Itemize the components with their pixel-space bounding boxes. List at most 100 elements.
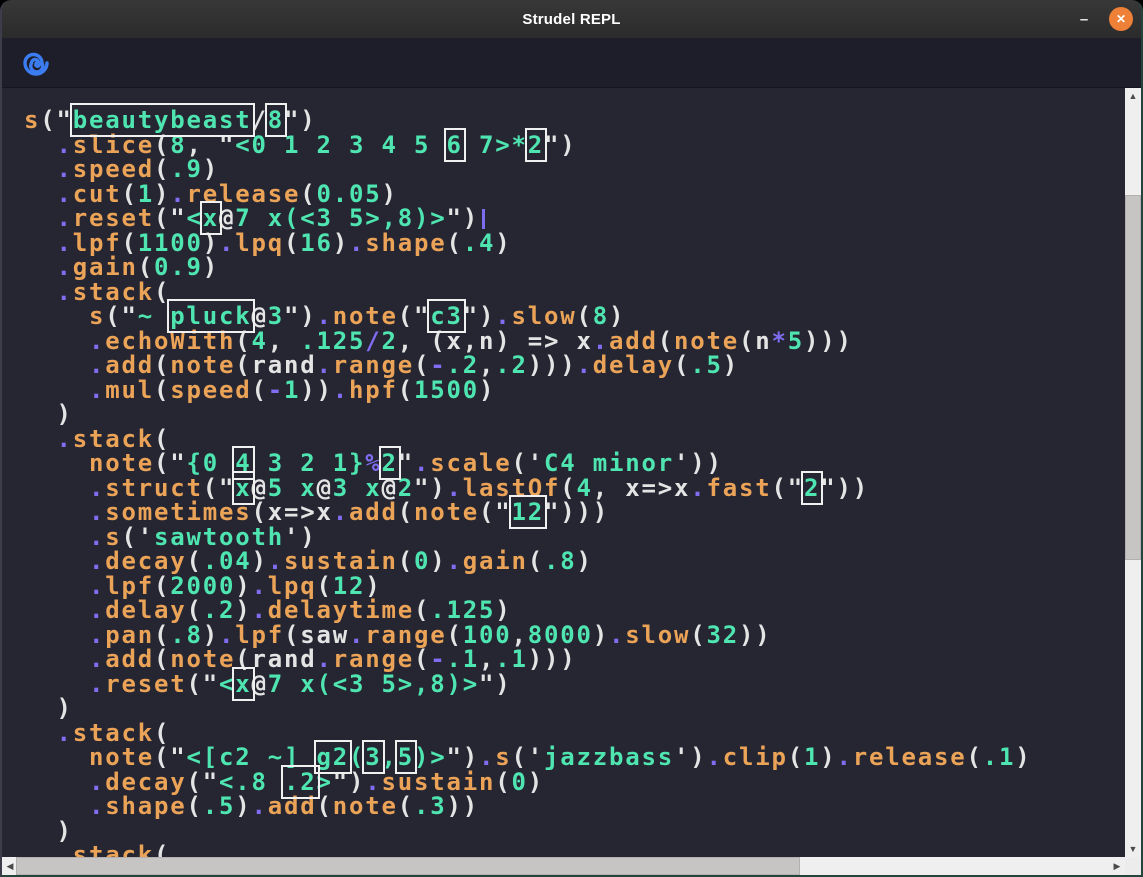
code-token: ): [577, 547, 593, 575]
scroll-down-arrow-icon[interactable]: ▼: [1125, 841, 1141, 857]
code-token: release: [853, 743, 967, 771]
code-token: .: [690, 474, 706, 502]
horizontal-scrollbar-thumb[interactable]: [16, 857, 800, 875]
code-token: (: [674, 351, 690, 379]
active-event-token: 2: [804, 474, 820, 502]
code-token: "): [479, 670, 512, 698]
code-line[interactable]: .echoWith(4, .125/2, (x,n) => x.add(note…: [24, 329, 1125, 354]
code-token: add: [268, 792, 317, 820]
code-line[interactable]: .stack(: [24, 280, 1125, 305]
code-line[interactable]: .slice(8, "<0 1 2 3 4 5 6 7>*2"): [24, 133, 1125, 158]
code-token: (: [788, 743, 804, 771]
code-line[interactable]: .gain(0.9): [24, 255, 1125, 280]
code-token: speed: [170, 376, 251, 404]
code-line[interactable]: .lpf(1100).lpq(16).shape(.4): [24, 231, 1125, 256]
scroll-right-arrow-icon[interactable]: ▶: [1109, 857, 1125, 875]
active-event-token: 12: [512, 498, 545, 526]
strudel-logo-icon[interactable]: [22, 49, 50, 77]
code-token: (: [398, 547, 414, 575]
code-line[interactable]: .decay(.04).sustain(0).gain(.8): [24, 549, 1125, 574]
titlebar[interactable]: Strudel REPL – ✕: [2, 0, 1141, 38]
code-token: 7 x(<3 5>,8)>: [268, 670, 479, 698]
code-token: (: [528, 547, 544, 575]
vertical-scrollbar[interactable]: ▲ ▼: [1125, 88, 1141, 857]
code-token: .: [609, 621, 625, 649]
code-token: hpf: [349, 376, 398, 404]
code-text[interactable]: s("beautybeast/8") .slice(8, "<0 1 2 3 4…: [2, 88, 1125, 857]
code-line[interactable]: s("~ pluck@3").note("c3").slow(8): [24, 304, 1125, 329]
code-token: stack: [73, 841, 154, 857]
code-token: (: [154, 841, 170, 857]
scroll-up-arrow-icon[interactable]: ▲: [1125, 88, 1141, 104]
code-line[interactable]: .speed(.9): [24, 157, 1125, 182]
code-token: n: [755, 327, 771, 355]
code-token: reset: [105, 670, 186, 698]
code-line[interactable]: .stack(: [24, 721, 1125, 746]
close-button[interactable]: ✕: [1109, 7, 1133, 31]
code-token: (: [495, 768, 511, 796]
code-token: .: [333, 376, 349, 404]
code-line[interactable]: .add(note(rand.range(-.1,.1))): [24, 647, 1125, 672]
code-line[interactable]: .stack(: [24, 427, 1125, 452]
code-token: (: [739, 327, 755, 355]
active-event-token: x: [235, 670, 251, 698]
code-line[interactable]: note("<[c2 ~] g2(3,5)>").s('jazzbass').c…: [24, 745, 1125, 770]
code-line[interactable]: .struct("x@5 x@3 x@2").lastOf(4, x=>x.fa…: [24, 476, 1125, 501]
code-token: (: [154, 376, 170, 404]
code-token: .5: [203, 792, 236, 820]
code-token: (: [317, 792, 333, 820]
code-line[interactable]: .reset("<x@7 x(<3 5>,8)>"): [24, 672, 1125, 697]
code-token: .: [349, 229, 365, 257]
code-token: )): [739, 621, 772, 649]
code-token: ))): [804, 327, 853, 355]
code-line[interactable]: .add(note(rand.range(-.2,.2))).delay(.5): [24, 353, 1125, 378]
code-token: [24, 841, 57, 857]
vertical-scrollbar-thumb[interactable]: [1125, 195, 1141, 560]
code-line[interactable]: .pan(.8).lpf(saw.range(100,8000).slow(32…: [24, 623, 1125, 648]
code-line[interactable]: .lpf(2000).lpq(12): [24, 574, 1125, 599]
code-token: shape: [105, 792, 186, 820]
code-token: ))): [528, 645, 577, 673]
code-line[interactable]: .cut(1).release(0.05): [24, 182, 1125, 207]
code-line[interactable]: ): [24, 819, 1125, 844]
code-token: "): [544, 131, 577, 159]
code-token: 0: [414, 547, 430, 575]
code-token: lpq: [235, 229, 284, 257]
code-editor[interactable]: s("beautybeast/8") .slice(8, "<0 1 2 3 4…: [2, 88, 1125, 857]
code-line[interactable]: .sometimes(x=>x.add(note("12"))): [24, 500, 1125, 525]
code-token: ): [479, 376, 495, 404]
code-token: ): [430, 547, 446, 575]
code-token: )): [447, 792, 480, 820]
code-token: .: [57, 841, 73, 857]
text-caret: [482, 209, 485, 229]
horizontal-scrollbar[interactable]: ◀ ▶: [2, 857, 1125, 875]
code-token: (: [252, 376, 268, 404]
code-token: -: [268, 376, 284, 404]
code-token: 7>*: [463, 131, 528, 159]
code-token: .: [219, 229, 235, 257]
minimize-button[interactable]: –: [1073, 11, 1095, 28]
code-line[interactable]: .delay(.2).delaytime(.125): [24, 598, 1125, 623]
code-token: .2: [495, 351, 528, 379]
code-line[interactable]: .reset("<x@7 x(<3 5>,8)>"): [24, 206, 1125, 231]
code-line[interactable]: .shape(.5).add(note(.3)): [24, 794, 1125, 819]
code-line[interactable]: .s('sawtooth'): [24, 525, 1125, 550]
code-line[interactable]: ): [24, 402, 1125, 427]
code-token: 0: [512, 768, 528, 796]
code-token: note: [333, 792, 398, 820]
code-token: ): [528, 768, 544, 796]
code-line[interactable]: ): [24, 696, 1125, 721]
code-line[interactable]: note("{0 4 3 2 1}%2".scale('C4 minor')): [24, 451, 1125, 476]
code-token: slow: [625, 621, 690, 649]
code-token: .8: [544, 547, 577, 575]
code-token: (: [398, 498, 414, 526]
code-line[interactable]: .decay("<.8 .2>").sustain(0): [24, 770, 1125, 795]
code-line[interactable]: s("beautybeast/8"): [24, 108, 1125, 133]
code-line[interactable]: .mul(speed(-1)).hpf(1500): [24, 378, 1125, 403]
code-token: .5: [690, 351, 723, 379]
code-token: .: [89, 792, 105, 820]
code-token: ): [235, 792, 251, 820]
code-token: )): [300, 376, 333, 404]
code-line[interactable]: .stack(: [24, 843, 1125, 857]
code-token: <: [219, 670, 235, 698]
